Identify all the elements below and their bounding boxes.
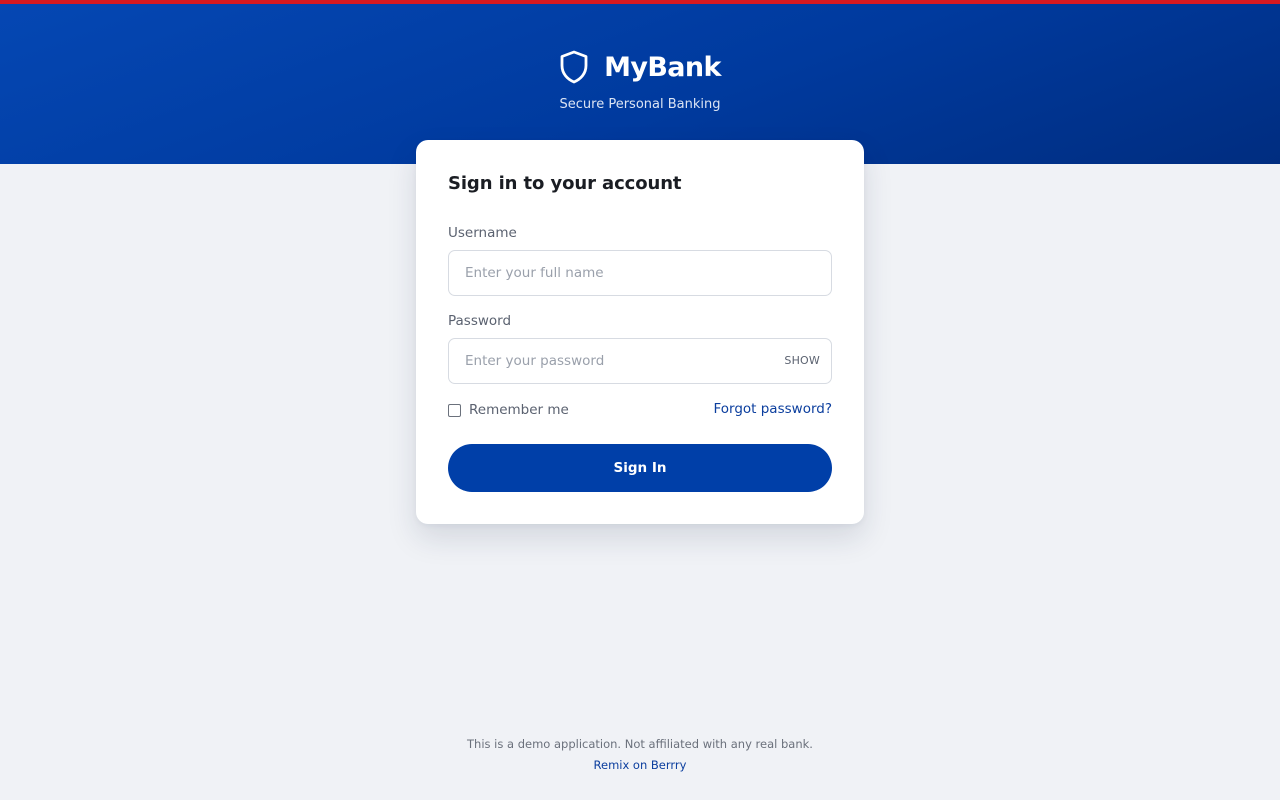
brand-header: MyBank	[0, 50, 1280, 84]
remember-me-checkbox[interactable]	[448, 403, 461, 417]
username-field-container	[448, 250, 832, 296]
sign-in-button[interactable]: Sign In	[448, 444, 832, 492]
footer-disclaimer: This is a demo application. Not affiliat…	[467, 737, 813, 751]
remember-me-label[interactable]: Remember me	[469, 402, 569, 418]
forgot-password-link[interactable]: Forgot password?	[713, 401, 832, 417]
username-label: Username	[448, 225, 517, 241]
password-label: Password	[448, 313, 512, 329]
remember-me-option[interactable]: Remember me	[448, 402, 569, 418]
password-field-container: SHOW	[448, 338, 832, 384]
brand-name: MyBank	[604, 51, 721, 83]
login-title: Sign in to your account	[448, 173, 682, 194]
brand-tagline: Secure Personal Banking	[559, 97, 721, 112]
login-card: Sign in to your account Username Passwor…	[416, 140, 864, 524]
show-password-button[interactable]: SHOW	[784, 354, 820, 367]
footer-link-row: Remix on Berrry	[0, 758, 1280, 772]
remix-link[interactable]: Remix on Berrry	[594, 758, 687, 772]
username-input[interactable]	[449, 251, 831, 295]
shield-icon	[560, 50, 588, 84]
password-input[interactable]	[449, 339, 831, 383]
